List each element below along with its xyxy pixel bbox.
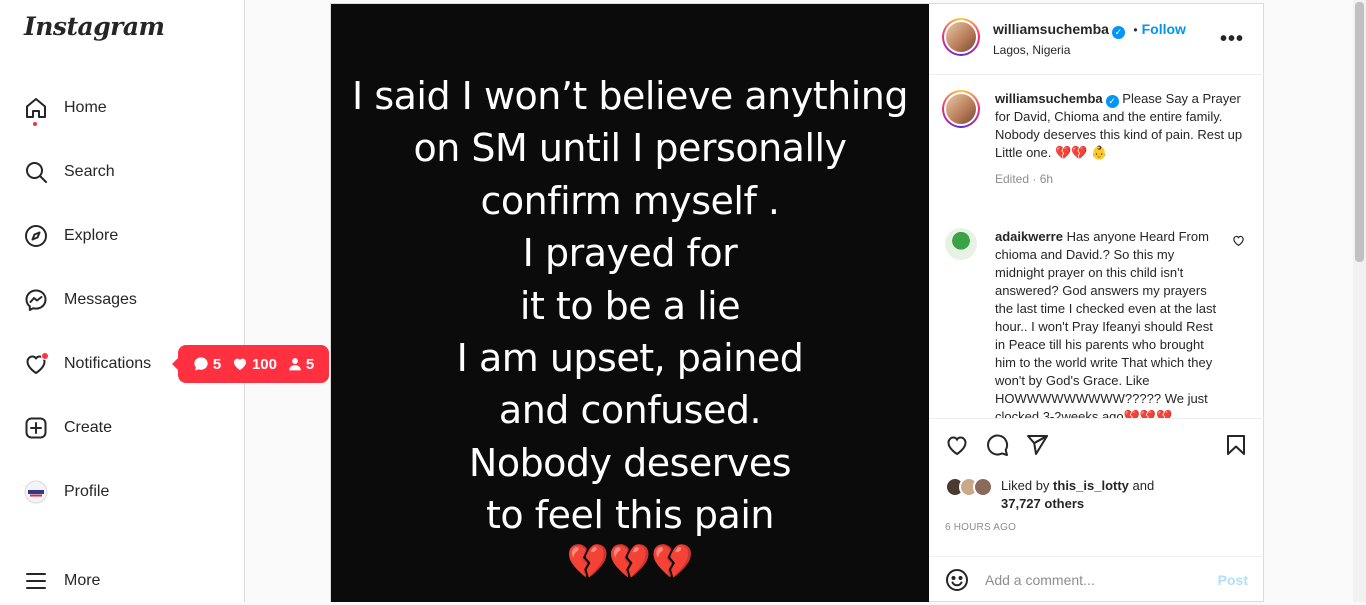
header-info: williamsuchemba ✓ • Follow Lagos, Nigeria [993,21,1186,57]
sidebar-item-label: Home [64,99,107,116]
comment-icon[interactable] [985,433,1009,457]
like-icon[interactable] [945,433,969,457]
sidebar-item-home[interactable]: Home [12,84,232,132]
likes-summary: Liked by this_is_lotty and 37,727 others [945,477,1154,513]
sidebar: Instagram Home Search Explore Messages N… [0,0,245,602]
edited-timestamp: Edited · 6h [995,172,1054,186]
share-icon[interactable] [1025,433,1049,457]
sidebar-item-explore[interactable]: Explore [12,212,232,260]
sidebar-item-label: Messages [64,291,137,308]
comment-icon [194,357,208,371]
verified-icon: ✓ [1105,95,1119,108]
location[interactable]: Lagos, Nigeria [993,43,1186,57]
comments-list: williamsuchemba ✓ Please Say a Prayer for… [929,76,1264,418]
post-media[interactable]: I said I won’t believe anything on SM un… [331,4,929,602]
comment-input[interactable]: Add a comment... [985,572,1218,588]
post-dialog: I said I won’t believe anything on SM un… [330,3,1264,602]
avatar[interactable] [942,90,980,128]
media-text: I said I won’t believe anything on SM un… [352,74,908,538]
add-comment-bar: Add a comment... Post [929,556,1264,602]
sidebar-item-more[interactable]: More [12,557,232,605]
heart-icon [233,358,246,370]
avatar[interactable] [942,18,980,56]
post-comment-button[interactable]: Post [1218,572,1248,588]
sidebar-item-messages[interactable]: Messages [12,276,232,324]
sidebar-item-label: Notifications [64,355,152,372]
sidebar-item-label: Create [64,419,113,436]
sidebar-item-profile[interactable]: Profile [12,468,232,516]
post-header: williamsuchemba ✓ • Follow Lagos, Nigeria … [929,4,1264,75]
more-options-icon[interactable]: ••• [1220,28,1244,51]
sidebar-item-create[interactable]: Create [12,404,232,452]
post-actions: Liked by this_is_lotty and 37,727 others… [929,418,1264,533]
avatar[interactable] [945,228,977,260]
like-comment-icon[interactable] [1232,234,1245,247]
plus-square-icon [24,416,48,440]
follow-count: 5 [288,356,314,373]
search-icon [24,160,48,184]
liker-username[interactable]: this_is_lotty [1053,478,1129,493]
caption: williamsuchemba ✓ Please Say a Prayer for… [942,90,1245,188]
comment-item: adaikwerre Has anyone Heard From chioma … [945,228,1245,418]
instagram-logo[interactable]: Instagram [24,12,165,41]
messenger-icon [24,288,48,312]
avatar-icon [24,480,48,504]
likes-count[interactable]: 37,727 others [1001,496,1084,511]
post-side-panel: williamsuchemba ✓ • Follow Lagos, Nigeria … [929,4,1264,602]
home-icon [24,96,48,126]
broken-hearts-emoji: 💔💔💔 [566,543,694,581]
liker-avatars[interactable] [945,477,999,499]
user-icon [288,358,301,371]
sidebar-item-label: More [64,572,101,589]
sidebar-item-label: Profile [64,483,110,500]
save-icon[interactable] [1224,433,1248,457]
notifications-popup[interactable]: 5 100 5 [172,345,329,383]
sidebar-item-label: Search [64,163,115,180]
page-scrollbar[interactable] [1353,0,1366,602]
menu-icon [24,569,48,593]
emoji-icon[interactable] [945,568,969,592]
sidebar-item-label: Explore [64,227,119,244]
username[interactable]: williamsuchemba [993,21,1109,37]
verified-icon: ✓ [1111,26,1125,39]
post-timestamp[interactable]: 6 HOURS AGO [945,522,1016,533]
sidebar-item-search[interactable]: Search [12,148,232,196]
follow-button[interactable]: Follow [1142,21,1186,37]
like-count: 100 [232,356,277,373]
compass-icon [24,224,48,248]
comment-count: 5 [193,356,221,373]
heart-icon [24,352,49,376]
